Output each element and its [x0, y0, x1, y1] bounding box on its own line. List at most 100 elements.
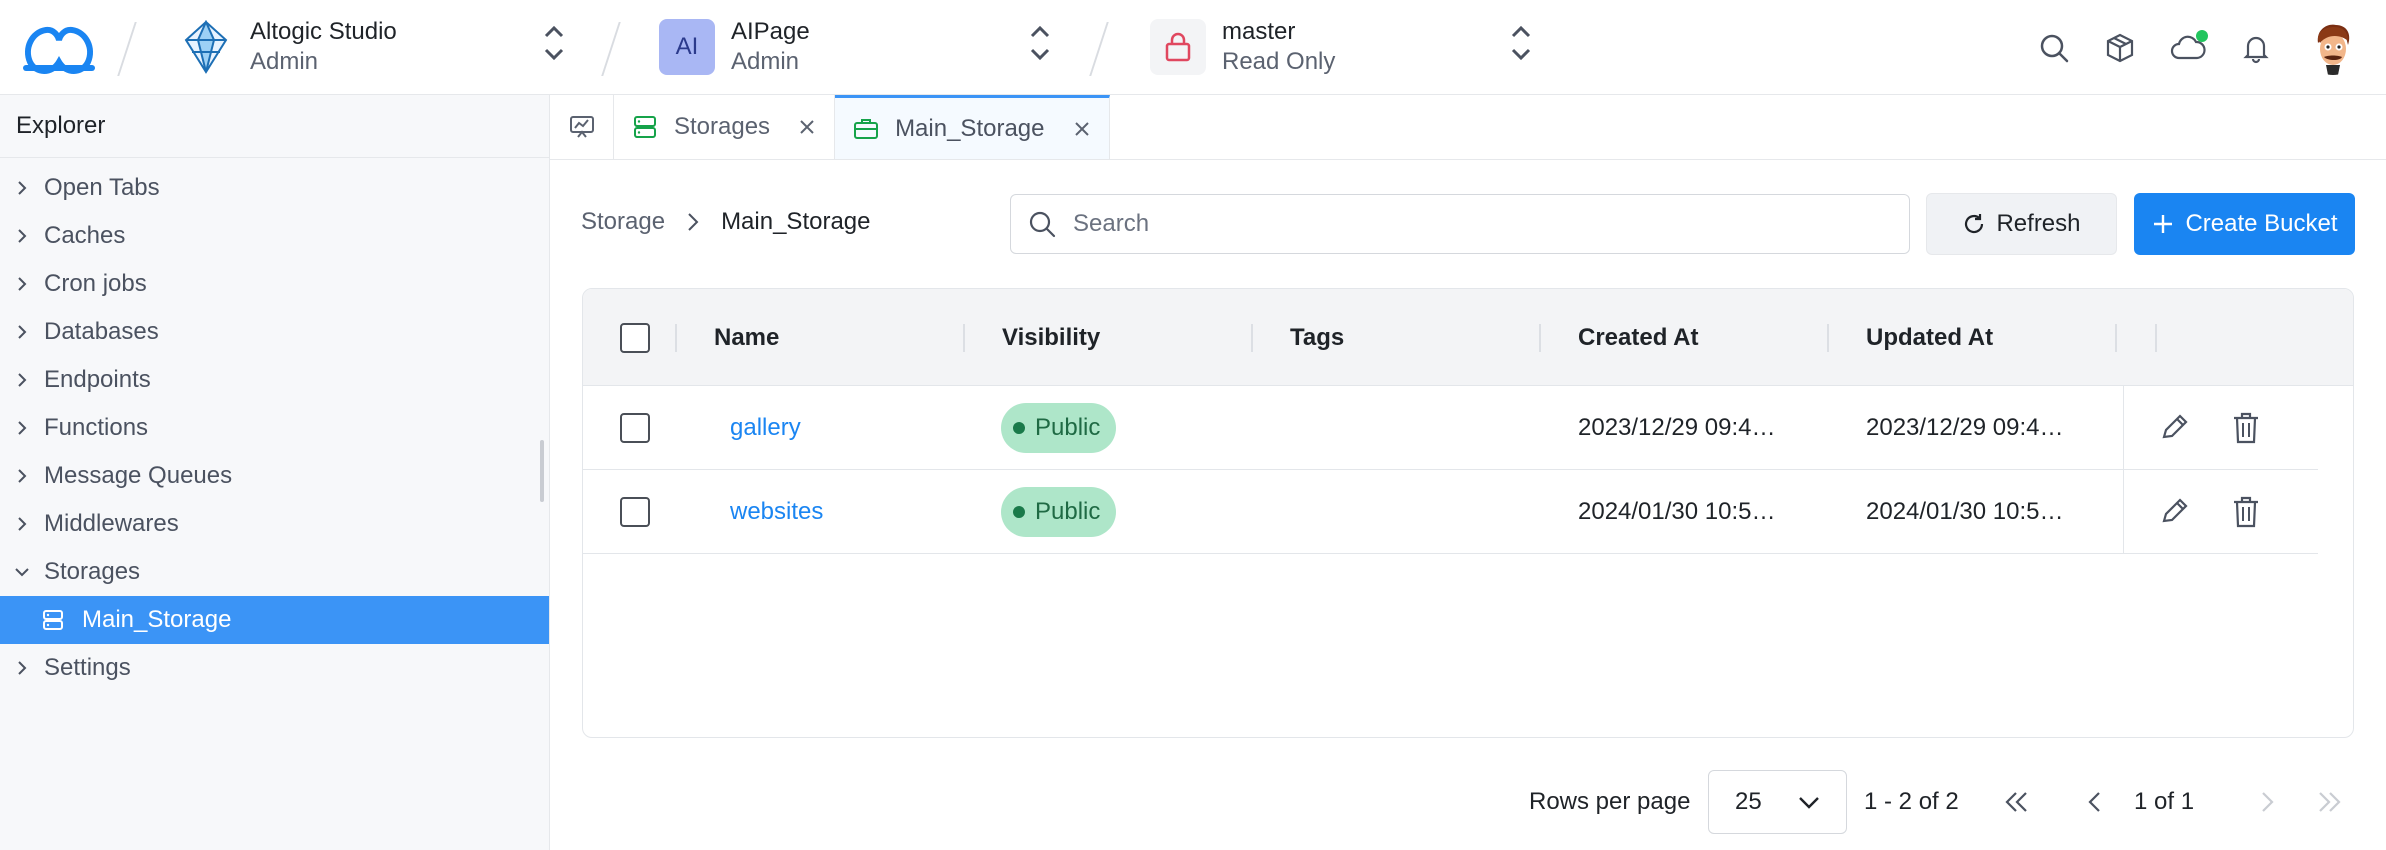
env-access: Read Only [1222, 48, 1336, 75]
tab-storages[interactable]: Storages [614, 95, 836, 159]
first-page-button[interactable] [1991, 776, 2043, 828]
chevron-right-icon [18, 373, 27, 387]
created-at-cell: 2023/12/29 09:4… [1578, 414, 1776, 441]
avatar[interactable] [2306, 21, 2360, 75]
chevron-right-icon [18, 469, 27, 483]
pagination-range: 1 - 2 of 2 [1864, 788, 1959, 815]
status-badge: Public [1001, 403, 1117, 453]
sidebar-item-endpoints[interactable]: Endpoints [0, 356, 549, 404]
buckets-table: Name Visibility Tags Created At Updated … [582, 288, 2354, 738]
divider [1089, 22, 1109, 76]
next-page-button[interactable] [2241, 776, 2293, 828]
chevron-right-icon [18, 421, 27, 435]
main-content: Storage Main_Storage Refresh Create Buck… [551, 160, 2386, 850]
storage-icon [43, 610, 63, 630]
sidebar-item-main-storage[interactable]: Main_Storage [0, 596, 549, 644]
column-header-created-at[interactable]: Created At [1578, 289, 1698, 386]
chevron-up-down-icon[interactable] [1509, 22, 1533, 64]
column-header-updated-at[interactable]: Updated At [1866, 289, 1993, 386]
sidebar-item-label: Endpoints [44, 366, 151, 393]
created-at-cell: 2024/01/30 10:5… [1578, 498, 1776, 525]
cloud-status[interactable] [2170, 30, 2208, 64]
row-checkbox[interactable] [620, 386, 650, 470]
chevron-right-icon [18, 517, 27, 531]
bell-icon[interactable] [2240, 32, 2272, 64]
search-box[interactable] [1010, 194, 1910, 254]
column-header-tags[interactable]: Tags [1290, 289, 1344, 386]
app-switcher[interactable]: AI AIPage Admin [659, 14, 810, 80]
sidebar-item-databases[interactable]: Databases [0, 308, 549, 356]
tab-main-storage[interactable]: Main_Storage [835, 95, 1110, 159]
sidebar-item-open-tabs[interactable]: Open Tabs [0, 164, 549, 212]
sidebar-item-functions[interactable]: Functions [0, 404, 549, 452]
sidebar-item-message-queues[interactable]: Message Queues [0, 452, 549, 500]
sidebar-item-label: Functions [44, 414, 149, 441]
app-name: AIPage [731, 18, 810, 45]
last-page-button[interactable] [2303, 776, 2355, 828]
sidebar-item-label: Databases [44, 318, 159, 345]
sidebar-item-middlewares[interactable]: Middlewares [0, 500, 549, 548]
search-icon[interactable] [2038, 32, 2070, 64]
select-all-checkbox[interactable] [620, 289, 650, 386]
chevron-left-icon [2088, 792, 2100, 812]
storage-icon [634, 116, 656, 138]
table-row: websites Public 2024/01/30 10:5… 2024/01… [583, 470, 2318, 554]
column-divider [963, 324, 965, 352]
edit-icon[interactable] [2158, 411, 2190, 445]
altogic-logo[interactable] [22, 18, 96, 76]
close-icon[interactable] [1073, 120, 1091, 138]
pagination: Rows per page 25 1 - 2 of 2 1 of 1 [551, 770, 2386, 834]
org-switcher[interactable]: Altogic Studio Admin [178, 14, 397, 80]
close-icon[interactable] [798, 118, 816, 136]
sidebar-resize-handle[interactable] [540, 440, 544, 502]
sidebar-item-label: Storages [44, 558, 141, 585]
refresh-button[interactable]: Refresh [1926, 193, 2117, 255]
sidebar-item-caches[interactable]: Caches [0, 212, 549, 260]
package-icon[interactable] [2104, 32, 2136, 64]
status-dot [2196, 30, 2208, 42]
sidebar-item-label: Message Queues [44, 462, 233, 489]
env-switcher[interactable]: master Read Only [1150, 14, 1335, 80]
column-divider [1539, 324, 1541, 352]
column-divider [2155, 324, 2157, 352]
chevrons-left-icon [2005, 792, 2027, 812]
visibility-cell: Public [1001, 470, 1117, 554]
sidebar-item-label: Open Tabs [44, 174, 160, 201]
row-checkbox[interactable] [620, 470, 650, 554]
column-header-name[interactable]: Name [714, 289, 779, 386]
create-bucket-button[interactable]: Create Bucket [2134, 193, 2355, 255]
chevron-up-down-icon[interactable] [1028, 22, 1052, 64]
bucket-name-link[interactable]: gallery [730, 386, 801, 470]
chevron-right-icon [688, 213, 699, 231]
column-divider [2115, 324, 2117, 352]
sidebar-item-cron-jobs[interactable]: Cron jobs [0, 260, 549, 308]
env-name: master [1222, 18, 1296, 45]
chevron-up-down-icon[interactable] [542, 22, 566, 64]
previous-page-button[interactable] [2069, 776, 2121, 828]
rows-per-page-value: 25 [1735, 788, 1762, 815]
rows-per-page-label: Rows per page [1529, 788, 1691, 815]
tab-label: Main_Storage [895, 114, 1045, 142]
dashboard-icon [569, 116, 594, 138]
edit-icon[interactable] [2158, 495, 2190, 529]
rows-per-page-select[interactable]: 25 [1708, 770, 1847, 834]
briefcase-icon [854, 118, 879, 139]
chevron-right-icon [18, 277, 27, 291]
updated-at-cell: 2023/12/29 09:4… [1866, 414, 2064, 441]
bucket-name-link[interactable]: websites [730, 470, 823, 554]
column-header-visibility[interactable]: Visibility [1002, 289, 1100, 386]
dashboard-tab[interactable] [550, 95, 614, 159]
breadcrumb-parent[interactable]: Storage [581, 208, 665, 236]
sidebar-item-storages[interactable]: Storages [0, 548, 549, 596]
trash-icon[interactable] [2230, 411, 2262, 445]
row-actions-gallery [2124, 386, 2319, 470]
status-badge: Public [1001, 487, 1117, 537]
org-icon [178, 19, 234, 75]
explorer-tree: Open Tabs Caches Cron jobs Databases End… [0, 158, 549, 692]
trash-icon[interactable] [2230, 495, 2262, 529]
app-initials: AI [659, 19, 715, 75]
sidebar-item-settings[interactable]: Settings [0, 644, 549, 692]
sidebar-item-label: Settings [44, 654, 131, 681]
search-input[interactable] [1073, 210, 1873, 238]
search-icon [1029, 211, 1056, 238]
